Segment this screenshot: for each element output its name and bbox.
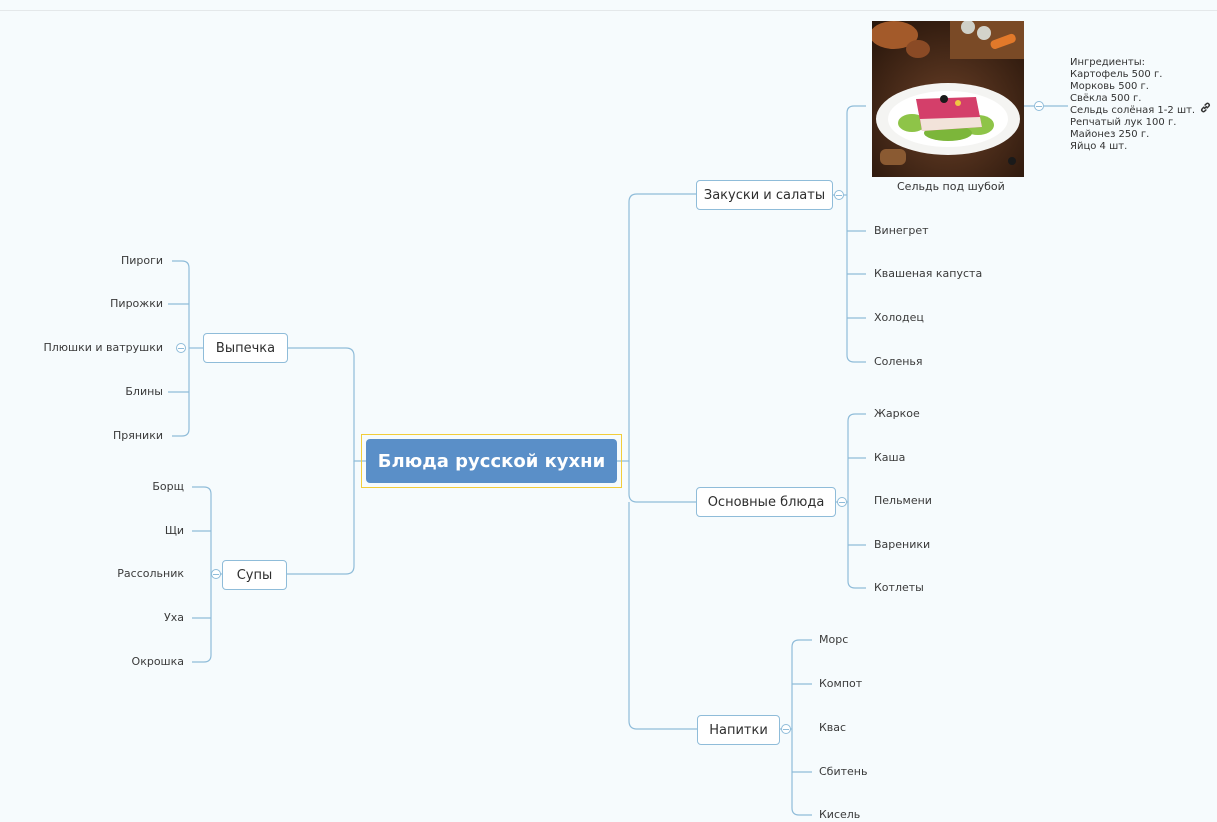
collapse-toggle-icon[interactable] — [781, 724, 791, 734]
leaf-drinks-4[interactable]: Сбитень — [819, 765, 867, 779]
ingredients-note: Ингредиенты: Картофель 500 г. Морковь 50… — [1070, 57, 1195, 153]
leaf-soups-4[interactable]: Уха — [164, 611, 184, 625]
leaf-appetizers-2[interactable]: Квашеная капуста — [874, 267, 982, 281]
leaf-appetizers-3[interactable]: Холодец — [874, 311, 924, 325]
branch-soups[interactable]: Супы — [222, 560, 287, 590]
leaf-soups-1[interactable]: Борщ — [152, 480, 184, 494]
connector-lines — [168, 105, 1068, 816]
note-line: Свёкла 500 г. — [1070, 93, 1142, 104]
leaf-drinks-2[interactable]: Компот — [819, 677, 862, 691]
dish-photo[interactable] — [872, 21, 1024, 177]
branch-mains[interactable]: Основные блюда — [696, 487, 836, 517]
collapse-toggle-icon[interactable] — [176, 343, 186, 353]
note-line: Майонез 250 г. — [1070, 129, 1150, 140]
collapse-toggle-icon[interactable] — [834, 190, 844, 200]
note-line: Морковь 500 г. — [1070, 81, 1149, 92]
leaf-mains-1[interactable]: Жаркое — [874, 407, 920, 421]
leaf-drinks-1[interactable]: Морс — [819, 633, 848, 647]
note-line: Сельдь солёная 1-2 шт. — [1070, 105, 1196, 116]
leaf-mains-3[interactable]: Пельмени — [874, 494, 932, 508]
leaf-drinks-5[interactable]: Кисель — [819, 808, 860, 822]
dish-caption: Сельдь под шубой — [897, 180, 1005, 193]
leaf-baking-2[interactable]: Пирожки — [110, 297, 163, 311]
leaf-baking-5[interactable]: Пряники — [113, 429, 163, 443]
note-line: Репчатый лук 100 г. — [1070, 117, 1177, 128]
leaf-drinks-3[interactable]: Квас — [819, 721, 846, 735]
leaf-appetizers-1[interactable]: Винегрет — [874, 224, 929, 238]
leaf-soups-3[interactable]: Рассольник — [117, 567, 184, 581]
leaf-soups-5[interactable]: Окрошка — [132, 655, 184, 669]
branch-baking[interactable]: Выпечка — [203, 333, 288, 363]
note-line: Картофель 500 г. — [1070, 69, 1163, 80]
leaf-mains-5[interactable]: Котлеты — [874, 581, 924, 595]
leaf-mains-4[interactable]: Вареники — [874, 538, 930, 552]
link-icon[interactable] — [1199, 101, 1212, 114]
leaf-appetizers-4[interactable]: Соленья — [874, 355, 923, 369]
collapse-toggle-icon[interactable] — [1034, 101, 1044, 111]
central-topic[interactable]: Блюда русской кухни — [366, 439, 617, 483]
branch-appetizers[interactable]: Закуски и салаты — [696, 180, 833, 210]
leaf-mains-2[interactable]: Каша — [874, 451, 905, 465]
leaf-soups-2[interactable]: Щи — [165, 524, 184, 538]
note-line: Яйцо 4 шт. — [1070, 141, 1128, 152]
collapse-toggle-icon[interactable] — [837, 497, 847, 507]
note-line: Ингредиенты: — [1070, 57, 1145, 68]
leaf-baking-3[interactable]: Плюшки и ватрушки — [43, 341, 163, 355]
collapse-toggle-icon[interactable] — [211, 569, 221, 579]
leaf-baking-4[interactable]: Блины — [125, 385, 163, 399]
branch-drinks[interactable]: Напитки — [697, 715, 780, 745]
leaf-baking-1[interactable]: Пироги — [121, 254, 163, 268]
